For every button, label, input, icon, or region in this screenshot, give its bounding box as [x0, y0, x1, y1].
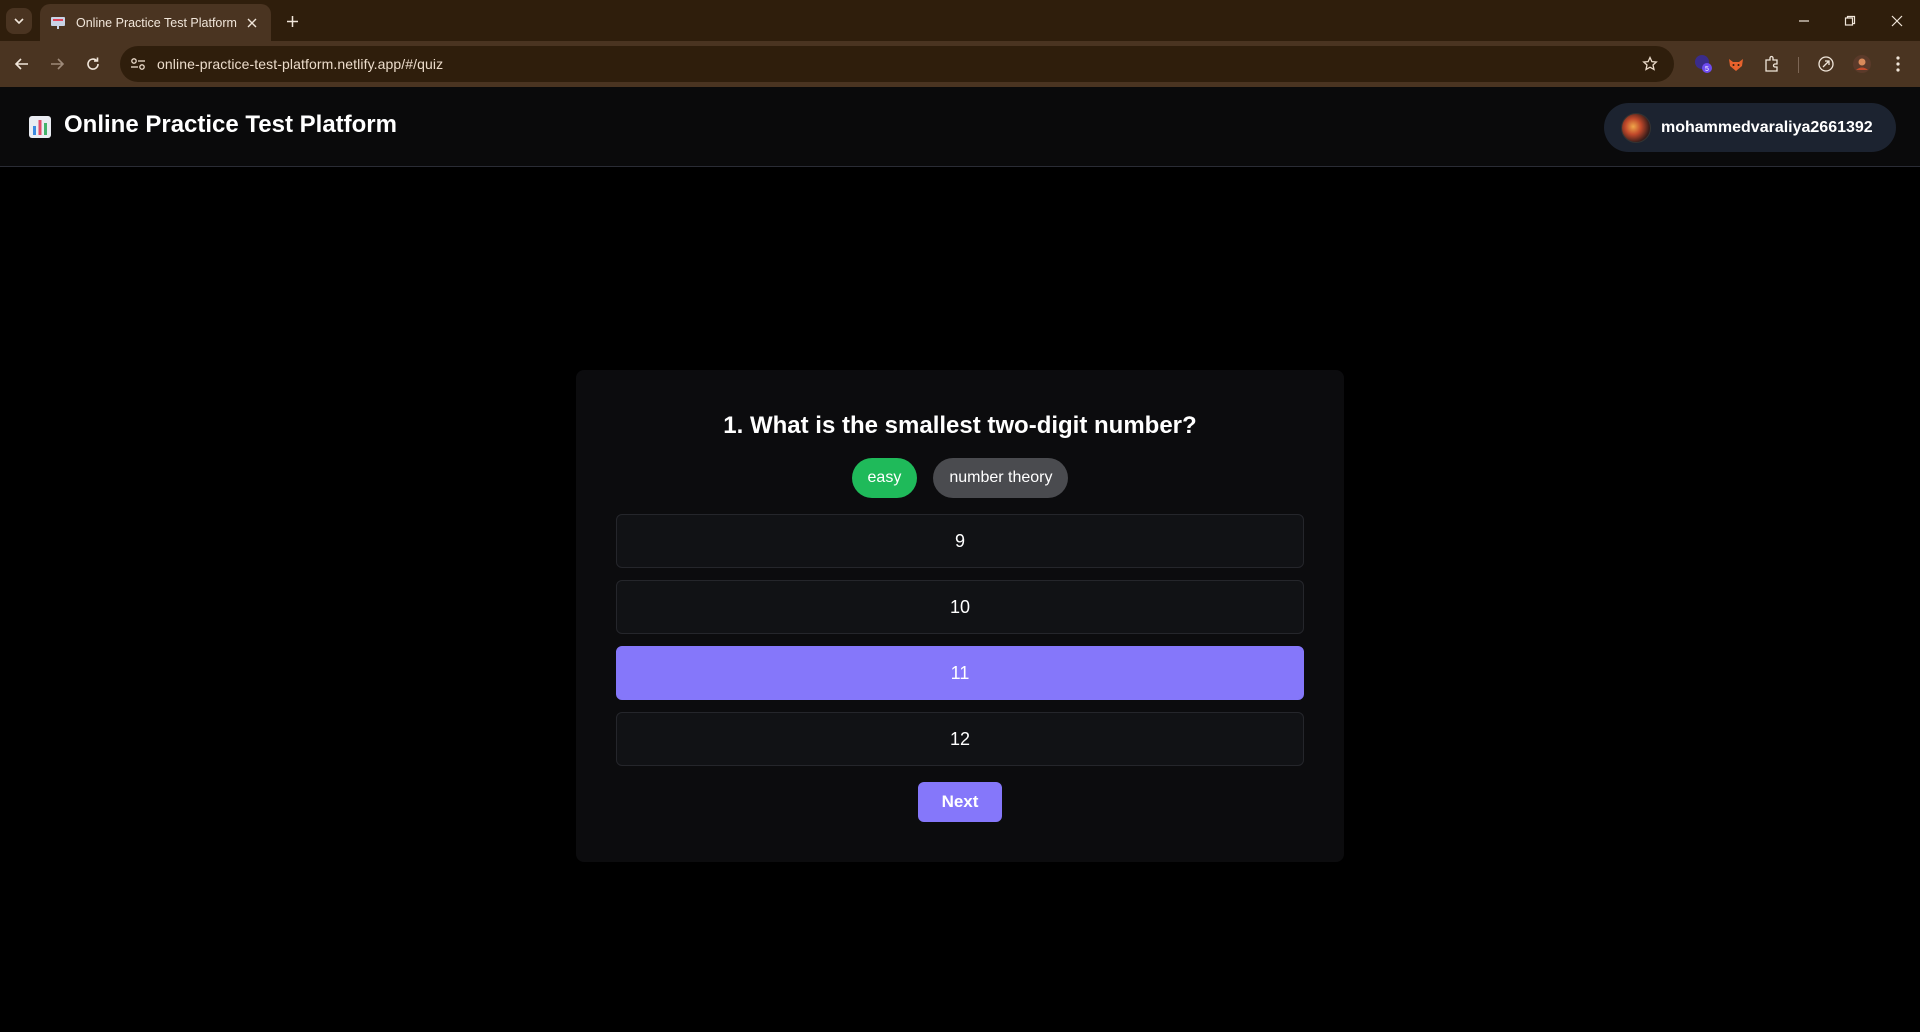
close-window-button[interactable]	[1884, 8, 1910, 34]
reload-icon	[87, 57, 99, 70]
minimize-icon	[1799, 20, 1809, 22]
user-profile-button[interactable]: mohammedvaraliya2661392	[1604, 103, 1896, 152]
restore-button[interactable]	[1837, 8, 1863, 34]
close-icon	[1891, 15, 1903, 27]
forward-button[interactable]	[43, 50, 71, 78]
topic-badge: number theory	[933, 458, 1069, 498]
avatar	[1621, 112, 1651, 143]
browser-toolbar: online-practice-test-platform.netlify.ap…	[0, 41, 1920, 87]
new-tab-button[interactable]	[281, 10, 303, 32]
performance-icon[interactable]	[1815, 53, 1837, 75]
toolbar-separator	[1798, 57, 1799, 73]
bar-chart-icon	[28, 115, 52, 139]
question-text: 1. What is the smallest two-digit number…	[723, 412, 1197, 439]
app-title: Online Practice Test Platform	[64, 111, 397, 138]
profile-avatar-icon[interactable]	[1851, 53, 1873, 75]
tab-search-button[interactable]	[6, 8, 32, 34]
bookmark-star-icon[interactable]	[1640, 54, 1660, 74]
extensions-puzzle-icon[interactable]	[1761, 53, 1783, 75]
browser-tab-bar: Online Practice Test Platform	[0, 0, 1920, 41]
app-header: Online Practice Test Platform mohammedva…	[0, 87, 1920, 167]
tab-favicon-icon	[50, 15, 66, 31]
arrow-left-icon	[14, 58, 28, 70]
address-bar[interactable]: online-practice-test-platform.netlify.ap…	[120, 46, 1674, 82]
next-button[interactable]: Next	[918, 782, 1002, 822]
username: mohammedvaraliya2661392	[1661, 118, 1873, 136]
plus-icon	[286, 15, 298, 27]
url-text[interactable]: online-practice-test-platform.netlify.ap…	[157, 56, 443, 72]
browser-tab-active[interactable]: Online Practice Test Platform	[40, 4, 271, 41]
restore-icon	[1844, 15, 1856, 26]
fox-extension-icon[interactable]	[1725, 53, 1747, 75]
difficulty-badge: easy	[851, 458, 918, 498]
arrow-right-icon	[51, 58, 65, 70]
chevron-down-icon	[14, 18, 24, 25]
answer-option[interactable]: 10	[616, 580, 1304, 634]
answer-option-selected[interactable]: 11	[616, 646, 1304, 700]
answer-option[interactable]: 9	[616, 514, 1304, 568]
answer-options: 9 10 11 12	[616, 514, 1304, 778]
extension-badge-icon[interactable]: 5	[1692, 53, 1714, 75]
answer-option[interactable]: 12	[616, 712, 1304, 766]
minimize-button[interactable]	[1791, 8, 1817, 34]
question-tags: easy number theory	[576, 458, 1344, 498]
tab-title: Online Practice Test Platform	[76, 15, 237, 30]
site-settings-icon[interactable]	[128, 55, 148, 73]
back-button[interactable]	[8, 50, 36, 78]
quiz-card: 1. What is the smallest two-digit number…	[576, 370, 1344, 862]
close-icon[interactable]	[243, 14, 261, 32]
more-menu-icon[interactable]	[1887, 53, 1909, 75]
extension-badge-count: 5	[1705, 66, 1709, 73]
reload-button[interactable]	[79, 50, 107, 78]
